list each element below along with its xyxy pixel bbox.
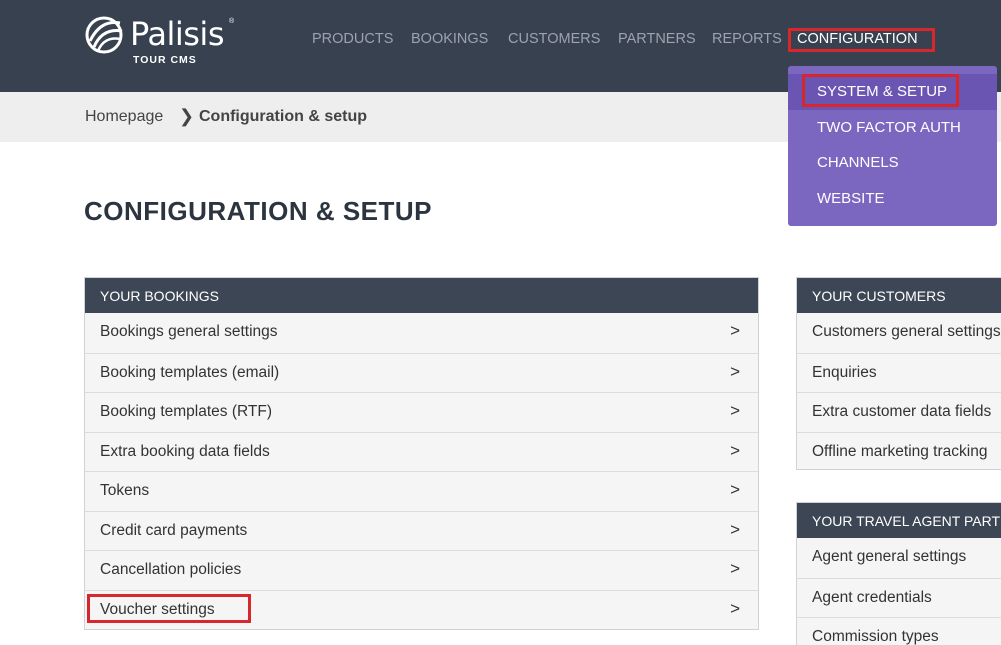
system-setup-highlight-box [802,74,959,107]
customers-list: Customers general settings Enquiries Ext… [797,313,1001,471]
nav-item-reports[interactable]: REPORTS [712,31,782,47]
configuration-highlight-box [788,28,935,52]
list-item-label: Booking templates (RTF) [100,403,272,420]
list-item[interactable]: Extra customer data fields [797,392,1001,432]
chevron-right-icon: > [730,361,740,381]
list-item[interactable]: Extra booking data fields > [85,431,758,472]
globe-logo-icon [85,16,123,54]
list-item-label: Credit card payments [100,521,248,539]
nav-item-partners[interactable]: PARTNERS [618,31,696,47]
chevron-right-icon: > [730,321,740,340]
menu-item-website[interactable]: WEBSITE [817,190,885,207]
list-item-label: Extra customer data fields [812,403,992,420]
customers-panel: YOUR CUSTOMERS Customers general setting… [796,277,1001,470]
list-item[interactable]: Tokens > [85,471,758,511]
list-item[interactable]: Agent general settings [797,538,1001,578]
agents-panel: YOUR TRAVEL AGENT PARTNERS Agent general… [796,502,1001,645]
list-item-label: Agent credentials [812,588,932,606]
list-item[interactable]: Agent credentials [797,577,1001,618]
list-item[interactable]: Customers general settings [797,313,1001,353]
brand-subtitle: TOUR CMS [133,54,197,66]
breadcrumb-current: Configuration & setup [199,108,367,125]
menu-item-two-factor-auth[interactable]: TWO FACTOR AUTH [817,119,961,136]
agents-panel-header: YOUR TRAVEL AGENT PARTNERS [797,503,1001,538]
registered-mark: ® [229,18,235,25]
chevron-right-icon: > [730,480,740,499]
list-item[interactable]: Commission types [797,617,1001,645]
list-item-label: Commission types [812,628,939,645]
list-item[interactable]: Bookings general settings > [85,313,758,353]
breadcrumb-home-link[interactable]: Homepage [85,108,163,126]
list-item-label: Bookings general settings [100,323,278,340]
list-item[interactable]: Offline marketing tracking [797,431,1001,472]
list-item[interactable]: Enquiries [797,352,1001,393]
chevron-right-icon: > [730,519,740,539]
voucher-settings-highlight-box [87,594,251,623]
list-item[interactable]: Cancellation policies > [85,550,758,590]
chevron-right-icon: ❯ [179,106,195,126]
page-title: CONFIGURATION & SETUP [84,196,433,226]
palisis-logo[interactable]: Palisis ® TOUR CMS [84,15,244,67]
list-item-label: Booking templates (email) [100,363,280,381]
chevron-right-icon: > [730,440,740,460]
nav-item-products[interactable]: PRODUCTS [312,31,393,47]
nav-item-customers[interactable]: CUSTOMERS [508,31,600,47]
bookings-panel-header: YOUR BOOKINGS [85,278,758,313]
chevron-right-icon: > [730,559,740,578]
chevron-right-icon: > [730,598,740,618]
customers-panel-header: YOUR CUSTOMERS [797,278,1001,313]
list-item-label: Tokens [100,482,150,499]
list-item-label: Cancellation policies [100,561,242,578]
brand-name: Palisis [130,15,224,53]
list-item-label: Offline marketing tracking [812,442,988,460]
bookings-panel: YOUR BOOKINGS Bookings general settings >… [84,277,759,630]
list-item[interactable]: Booking templates (email) > [85,352,758,393]
list-item-label: Extra booking data fields [100,442,270,460]
menu-item-channels[interactable]: CHANNELS [817,154,899,171]
list-item[interactable]: Credit card payments > [85,510,758,551]
chevron-right-icon: > [730,401,740,420]
list-item-label: Enquiries [812,363,877,381]
agents-list: Agent general settings Agent credentials… [797,538,1001,645]
nav-item-bookings[interactable]: BOOKINGS [411,31,488,47]
list-item-label: Customers general settings [812,323,1001,340]
list-item[interactable]: Booking templates (RTF) > [85,392,758,432]
bookings-list: Bookings general settings > Booking templ… [85,313,758,629]
list-item-label: Agent general settings [812,548,967,565]
